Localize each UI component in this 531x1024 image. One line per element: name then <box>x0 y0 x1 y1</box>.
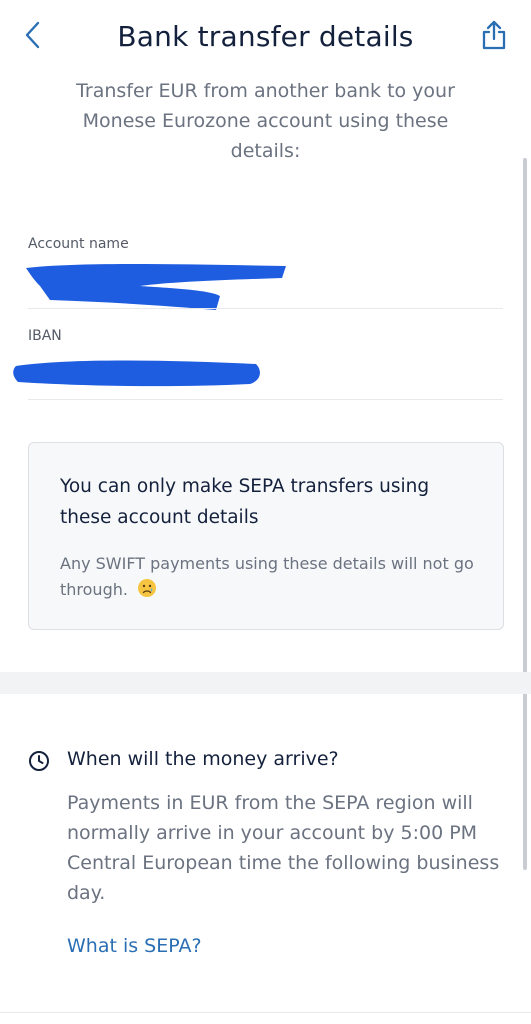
iban-value-redacted[interactable] <box>10 354 265 390</box>
arrival-heading: When will the money arrive? <box>67 748 339 770</box>
sad-face-icon <box>138 579 157 597</box>
arrival-body: Payments in EUR from the SEPA region wil… <box>67 792 500 904</box>
what-is-sepa-link[interactable]: What is SEPA? <box>67 935 202 957</box>
bottom-divider <box>0 1012 531 1013</box>
page-title: Bank transfer details <box>117 20 414 53</box>
account-name-label: Account name <box>28 236 129 252</box>
iban-underline <box>28 399 503 400</box>
info-card-body-text: Any SWIFT payments using these details w… <box>60 554 474 599</box>
sepa-info-card: You can only make SEPA transfers using t… <box>28 442 504 630</box>
header: Bank transfer details <box>0 0 531 76</box>
account-name-underline <box>28 308 503 309</box>
subtitle: Transfer EUR from another bank to your M… <box>76 80 455 162</box>
info-card-title: You can only make SEPA transfers using t… <box>60 476 430 528</box>
bank-transfer-details-screen: Bank transfer details Transfer EUR from … <box>0 0 531 1024</box>
account-name-value-redacted[interactable] <box>20 256 295 316</box>
scrollbar[interactable] <box>523 158 527 870</box>
info-card-body: Any SWIFT payments using these details w… <box>60 551 480 603</box>
section-divider <box>0 672 531 694</box>
iban-label: IBAN <box>28 328 62 344</box>
share-button[interactable] <box>479 18 509 52</box>
clock-icon <box>29 751 49 771</box>
share-icon <box>482 20 506 50</box>
